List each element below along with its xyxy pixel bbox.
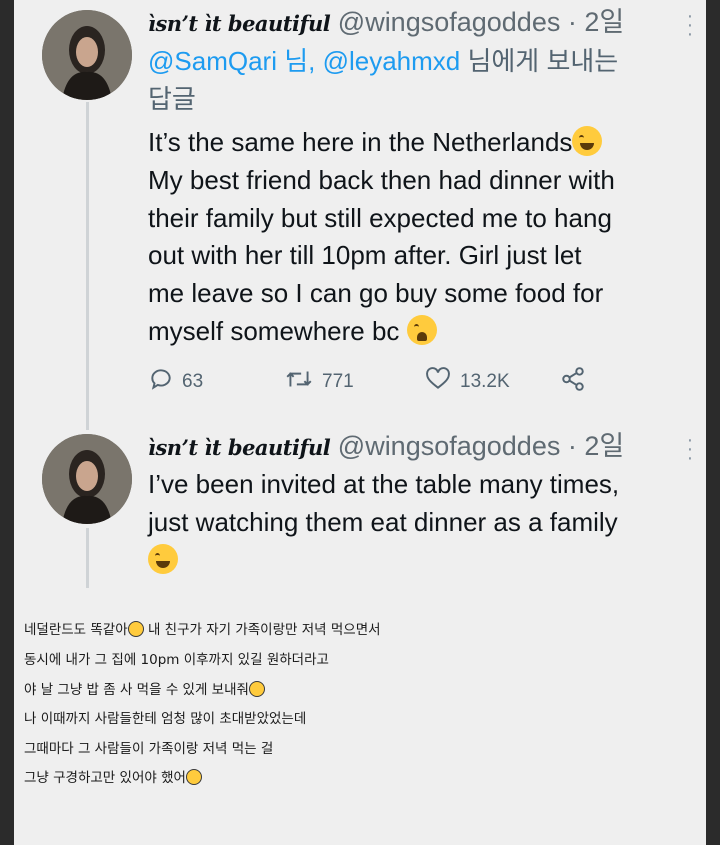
translation-line: 야 날 그냥 밥 좀 사 먹을 수 있게 보내줘 [24,681,265,699]
reply-button[interactable]: 63 [148,365,203,399]
reply-suffix: 님에게 보내는 [460,46,619,76]
separator: · [560,7,585,37]
translation-line: 그때마다 그 사람들이 가족이랑 저녁 먹는 걸 [24,741,274,757]
laughing-crying-emoji [148,543,178,574]
tweet-line: I’ve been invited at the table many time… [148,469,620,499]
heart-icon [424,366,452,398]
retweet-icon [284,366,314,398]
tweet-body: It’s the same here in the Netherlands My… [148,124,688,351]
tweet-line: myself somewhere bc [148,313,688,351]
avatar[interactable] [42,10,132,100]
laughing-crying-emoji [127,621,144,637]
tweet-1[interactable]: ìsn’t ìt beautiful @wingsofagoddes · 2일 … [14,0,706,430]
tweet-actions: 63 771 13.2K [148,365,688,399]
reply-context: @SamQari 님, @leyahmxd 님에게 보내는 답글 [148,43,688,119]
laughing-crying-emoji [185,769,202,785]
more-vertical-icon[interactable]: · · · [686,430,694,468]
tweet-line: me leave so I can go buy some food for [148,278,604,309]
speech-bubble-icon [148,366,174,398]
translation-line: 동시에 내가 그 집에 10pm 이후까지 있길 원하더라고 [24,652,329,668]
reply-count: 63 [182,371,204,392]
avatar[interactable] [42,434,132,524]
user-handle[interactable]: @wingsofagoddes [338,7,561,37]
display-name[interactable]: ìsn’t ìt beautiful [148,435,331,460]
reply-mentions[interactable]: @SamQari 님, @leyahmxd [148,46,460,76]
laughing-crying-emoji [572,126,603,156]
retweet-button[interactable]: 771 [284,365,354,399]
translation-line: 그냥 구경하고만 있어야 했어 [24,769,202,787]
display-name[interactable]: ìsn’t ìt beautiful [148,11,331,36]
like-button[interactable]: 13.2K [424,365,510,399]
tweet-body: I’ve been invited at the table many time… [148,466,688,579]
share-button[interactable] [560,365,586,399]
tweet-line [148,542,688,580]
loudly-crying-emoji [406,314,437,345]
like-count: 13.2K [460,371,510,392]
retweet-count: 771 [322,371,354,392]
thread-line [86,528,89,588]
tweet-2[interactable]: ìsn’t ìt beautiful @wingsofagoddes · 2일 … [14,430,706,600]
share-icon [560,366,586,398]
separator: · [560,431,585,461]
more-vertical-icon[interactable]: · · · [686,6,694,44]
profile-photo [42,434,132,524]
tweet-line: just watching them eat dinner as a famil… [148,506,618,537]
tweet-line: their family but still expected me to ha… [148,202,612,233]
tweet-header: ìsn’t ìt beautiful @wingsofagoddes · 2일 [148,2,692,42]
translation-line: 네덜란드도 똑같아 내 친구가 자기 가족이랑만 저녁 먹으면서 [24,621,381,638]
tweet-line: out with her till 10pm after. Girl just … [148,240,582,271]
tweet-line: It’s the same here in the Netherlands [148,124,688,162]
crying-emoji [248,681,265,697]
profile-photo [42,10,132,100]
reply-suffix-2: 답글 [148,83,196,114]
timestamp[interactable]: 2일 [584,431,624,461]
thread-line [86,102,89,430]
screenshot-page: ìsn’t ìt beautiful @wingsofagoddes · 2일 … [14,0,706,845]
tweet-line: My best friend back then had dinner with [148,164,615,195]
tweet-header: ìsn’t ìt beautiful @wingsofagoddes · 2일 [148,426,692,466]
timestamp[interactable]: 2일 [584,7,624,37]
user-handle[interactable]: @wingsofagoddes [338,431,561,461]
translation-line: 나 이때까지 사람들한테 엄청 많이 초대받았었는데 [24,711,307,727]
